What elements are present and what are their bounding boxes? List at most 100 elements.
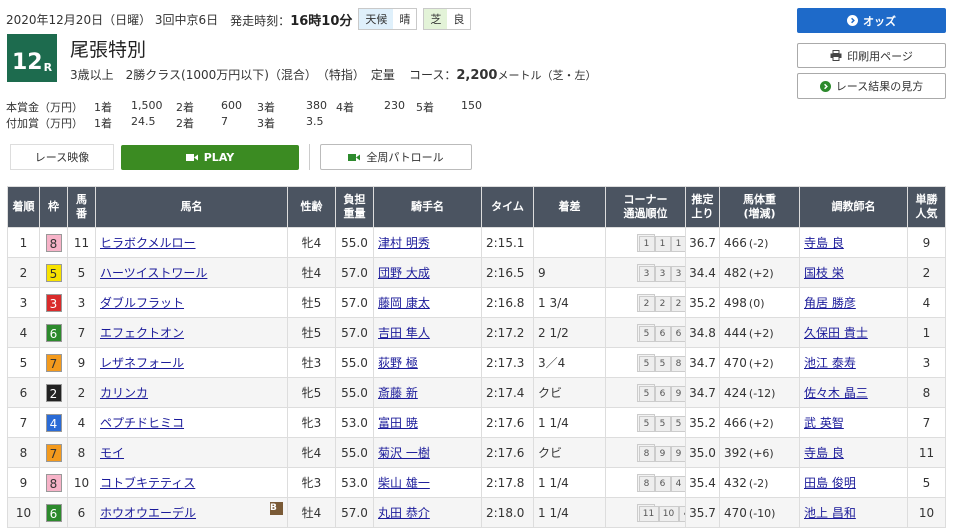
body-weight: 392 (+6) [719,437,800,468]
body-weight: 424 (-12) [719,377,800,408]
win-popularity: 3 [907,347,946,378]
body-weight: 470 (+2) [719,347,800,378]
corner-positions: 8998 [605,437,686,468]
finish-position: 2 [7,257,40,288]
column-header: 馬体重 (増減) [719,186,800,228]
corner-position: 6 [654,475,671,492]
body-weight-value: 498 [724,295,747,310]
horse-name-cell: コトブキテティス [95,467,288,498]
trainer-link[interactable]: 国枝 栄 [804,266,844,280]
jockey-cell: 荻野 極 [373,347,482,378]
table-row: 333 ダブルフラット 牡557.0 藤岡 康太 2:16.81 3/4 222235.2… [7,287,946,318]
trainer-link[interactable]: 寺島 良 [804,236,844,250]
video-camera-icon [348,153,361,161]
finish-position: 8 [7,437,40,468]
corner-positions: 5665 [605,317,686,348]
horse-name-cell: ペプチドヒミコ [95,407,288,438]
frame-cell: 8 [39,467,68,498]
corner-position: 5 [654,355,671,372]
frame-cell: 4 [39,407,68,438]
trainer-link[interactable]: 角居 勝彦 [804,296,856,310]
prize-amount: 600 [221,99,242,112]
prize-place: 1着 [94,117,112,130]
last-3f: 35.7 [685,497,720,528]
body-weight-diff: (-2) [748,236,769,250]
jockey-link[interactable]: 団野 大成 [378,266,430,280]
prize-amount: 7 [221,115,228,128]
finish-position: 5 [7,347,40,378]
result-guide-button[interactable]: レース結果の見方 [797,73,946,99]
frame-number: 7 [45,353,62,372]
trainer-link[interactable]: 久保田 貴士 [804,326,868,340]
jockey-cell: 丸田 恭介 [373,497,482,528]
jockey-link[interactable]: 富田 暁 [378,416,418,430]
prize-place: 3着 [257,117,275,130]
horse-name-link[interactable]: ハーツイストワール [100,266,207,280]
patrol-video-button[interactable]: 全周パトロール [320,144,472,170]
finish-position: 1 [7,227,40,258]
horse-name-link[interactable]: ヒラボクメルロー [100,236,196,250]
horse-number: 2 [67,377,96,408]
margin: クビ [533,377,606,408]
weather-chip: 天候晴 [358,8,418,30]
sex-age: 牝4 [287,227,336,258]
jockey-link[interactable]: 柴山 雄一 [378,476,430,490]
jockey-cell: 柴山 雄一 [373,467,482,498]
jockey-cell: 斎藤 新 [373,377,482,408]
trainer-link[interactable]: 寺島 良 [804,446,844,460]
jockey-link[interactable]: 吉田 隼人 [378,326,430,340]
body-weight: 466 (+2) [719,407,800,438]
jockey-link[interactable]: 斎藤 新 [378,386,418,400]
horse-name-link[interactable]: カリンカ [100,386,148,400]
jockey-cell: 藤岡 康太 [373,287,482,318]
jockey-link[interactable]: 藤岡 康太 [378,296,430,310]
weight-carried: 55.0 [335,377,374,408]
trainer-link[interactable]: 田島 俊明 [804,476,856,490]
trainer-cell: 田島 俊明 [799,467,908,498]
body-weight-value: 444 [724,325,747,340]
jockey-cell: 菊沢 一樹 [373,437,482,468]
frame-cell: 7 [39,347,68,378]
weight-carried: 57.0 [335,317,374,348]
margin: 1 3/4 [533,287,606,318]
jockey-link[interactable]: 津村 明秀 [378,236,430,250]
weight-carried: 53.0 [335,407,374,438]
trainer-link[interactable]: 武 英智 [804,416,844,430]
trainer-link[interactable]: 池江 泰寿 [804,356,856,370]
horse-name-link[interactable]: コトブキテティス [100,476,195,490]
body-weight-diff: (-12) [748,386,776,400]
last-3f: 35.4 [685,467,720,498]
horse-name-link[interactable]: レザネフォール [100,356,184,370]
table-row: 255ハーツイストワール牡457.0団野 大成2:16.59333334.448… [7,257,946,288]
frame-cell: 2 [39,377,68,408]
sex-age: 牝4 [287,437,336,468]
play-video-button[interactable]: PLAY [121,145,299,170]
horse-name-cell: モイ [95,437,288,468]
corner-box: 2222 [636,293,685,312]
trainer-link[interactable]: 佐々木 晶三 [804,386,868,400]
sex-age: 牝3 [287,467,336,498]
body-weight-value: 466 [724,415,747,430]
odds-button[interactable]: オッズ [797,8,946,33]
frame-number: 8 [45,233,62,252]
horse-name-link[interactable]: エフェクトオン [100,326,184,340]
horse-name-cell: ヒラボクメルロー [95,227,288,258]
finish-time: 2:15.1 [481,227,534,258]
body-weight-value: 432 [724,475,747,490]
jockey-link[interactable]: 荻野 極 [378,356,418,370]
corner-positions: 2222 [605,287,686,318]
prize-place: 4着 [336,101,354,114]
corner-position: 5 [670,415,685,432]
finish-position: 7 [7,407,40,438]
horse-name-link[interactable]: ダブルフラット [100,296,184,310]
trainer-cell: 国枝 栄 [799,257,908,288]
jockey-link[interactable]: 菊沢 一樹 [378,446,430,460]
sex-age: 牝3 [287,407,336,438]
horse-name-link[interactable]: モイ [100,446,124,460]
print-page-button[interactable]: 印刷用ページ [797,43,946,68]
frame-number: 7 [45,443,62,462]
body-weight-diff: (+2) [748,416,774,430]
column-header: コーナー 通過順位 [605,186,686,228]
horse-name-link[interactable]: ペプチドヒミコ [100,416,184,430]
trainer-cell: 佐々木 晶三 [799,377,908,408]
